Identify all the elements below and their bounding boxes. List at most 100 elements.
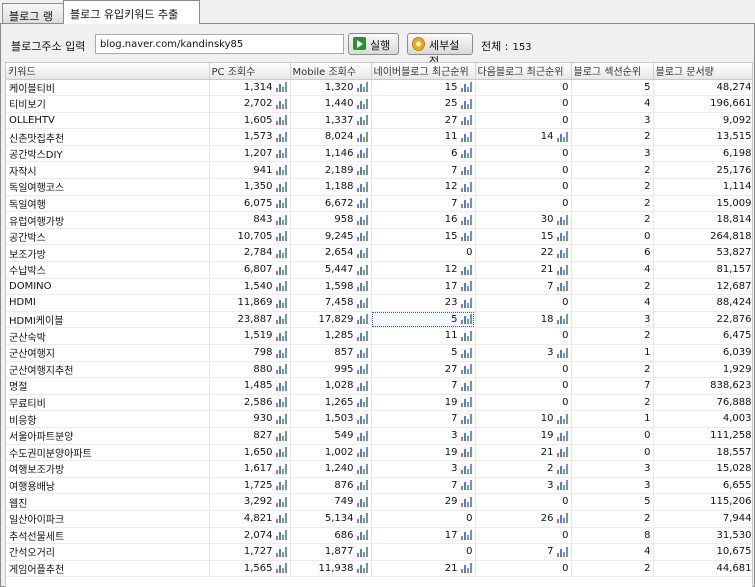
cell-pc-views[interactable]: 23,887	[209, 311, 291, 329]
table-row[interactable]: 자작시 941 2,189 7 0 2 25,176	[6, 161, 752, 180]
cell-daum-rank[interactable]: 15	[475, 228, 572, 246]
cell-section-rank[interactable]: 0	[571, 444, 654, 462]
bar-chart-icon[interactable]	[275, 165, 288, 176]
cell-pc-views[interactable]: 1,519	[209, 327, 291, 345]
cell-daum-rank[interactable]: 22	[475, 244, 572, 263]
bar-chart-icon[interactable]	[356, 115, 369, 126]
bar-chart-icon[interactable]	[275, 297, 288, 308]
cell-pc-views[interactable]: 1,573	[209, 128, 291, 146]
cell-keyword[interactable]: OLLEHTV	[6, 112, 210, 130]
bar-chart-icon[interactable]	[556, 546, 569, 557]
cell-doc-count[interactable]: 4,003	[653, 410, 752, 428]
cell-naver-rank[interactable]: 0	[371, 543, 476, 561]
bar-chart-icon[interactable]	[356, 297, 369, 308]
bar-chart-icon[interactable]	[275, 264, 288, 275]
cell-doc-count[interactable]: 18,814	[653, 211, 752, 229]
cell-daum-rank[interactable]: 18	[475, 311, 572, 329]
table-row[interactable]: 독일여행 6,075 6,672 7 0 2 15,009	[6, 195, 752, 213]
cell-pc-views[interactable]: 1,314	[209, 79, 291, 97]
bar-chart-icon[interactable]	[356, 513, 369, 524]
cell-mobile-views[interactable]: 1,028	[290, 377, 372, 395]
bar-chart-icon[interactable]	[356, 463, 369, 474]
cell-keyword[interactable]: 공간박스	[6, 228, 210, 246]
cell-daum-rank[interactable]: 0	[475, 327, 572, 345]
cell-daum-rank[interactable]: 0	[475, 394, 572, 412]
bar-chart-icon[interactable]	[460, 131, 473, 142]
table-row[interactable]: 명절 1,485 1,028 7 0 7 838,623	[6, 377, 752, 395]
bar-chart-icon[interactable]	[356, 430, 369, 441]
bar-chart-icon[interactable]	[356, 82, 369, 93]
cell-keyword[interactable]: 독일여행코스	[6, 178, 210, 196]
cell-mobile-views[interactable]: 11,938	[290, 560, 372, 578]
cell-mobile-views[interactable]: 1,146	[290, 145, 372, 163]
cell-keyword[interactable]: 여행보조가방	[6, 460, 210, 478]
bar-chart-icon[interactable]	[275, 148, 288, 159]
bar-chart-icon[interactable]	[460, 530, 473, 541]
bar-chart-icon[interactable]	[460, 447, 473, 458]
tab-inflow-keyword-extract[interactable]: 블로그 유입키워드 추출	[63, 0, 200, 24]
cell-daum-rank[interactable]: 10	[475, 410, 572, 428]
cell-mobile-views[interactable]: 1,188	[290, 178, 372, 196]
cell-naver-rank[interactable]: 15	[371, 228, 476, 246]
cell-doc-count[interactable]: 115,206	[653, 493, 752, 511]
cell-keyword[interactable]: 웹진	[6, 493, 210, 511]
bar-chart-icon[interactable]	[356, 496, 369, 507]
cell-pc-views[interactable]: 1,565	[209, 560, 291, 578]
cell-keyword[interactable]: 수납박스	[6, 261, 210, 279]
table-row[interactable]: 간석오거리 1,727 1,877 0 7 4 10,675	[6, 543, 752, 561]
cell-section-rank[interactable]: 2	[571, 361, 654, 379]
table-row[interactable]: 보조가방 2,784 2,654 0 22 6 53,827	[6, 244, 752, 263]
bar-chart-icon[interactable]	[275, 330, 288, 341]
cell-naver-rank[interactable]: 17	[371, 278, 476, 296]
cell-daum-rank[interactable]: 0	[475, 377, 572, 395]
bar-chart-icon[interactable]	[275, 530, 288, 541]
cell-mobile-views[interactable]: 686	[290, 527, 372, 545]
cell-naver-rank[interactable]: 3	[371, 427, 476, 445]
bar-chart-icon[interactable]	[556, 314, 569, 325]
cell-doc-count[interactable]: 76,888	[653, 394, 752, 412]
tab-blog-ranking[interactable]: 블로그 랭킹	[2, 3, 64, 39]
bar-chart-icon[interactable]	[275, 281, 288, 292]
bar-chart-icon[interactable]	[275, 480, 288, 491]
bar-chart-icon[interactable]	[356, 563, 369, 574]
cell-section-rank[interactable]: 5	[571, 493, 654, 511]
cell-daum-rank[interactable]: 21	[475, 444, 572, 462]
cell-doc-count[interactable]: 6,039	[653, 344, 752, 362]
cell-doc-count[interactable]: 1,114	[653, 178, 752, 196]
cell-mobile-views[interactable]: 1,440	[290, 95, 372, 113]
bar-chart-icon[interactable]	[356, 98, 369, 109]
cell-mobile-views[interactable]: 6,672	[290, 195, 372, 213]
bar-chart-icon[interactable]	[275, 413, 288, 424]
cell-daum-rank[interactable]: 3	[475, 477, 572, 495]
cell-mobile-views[interactable]: 7,458	[290, 294, 372, 312]
cell-daum-rank[interactable]: 0	[475, 361, 572, 379]
bar-chart-icon[interactable]	[460, 82, 473, 93]
cell-mobile-views[interactable]: 958	[290, 211, 372, 229]
cell-naver-rank[interactable]: 0	[371, 510, 476, 528]
cell-doc-count[interactable]: 6,198	[653, 145, 752, 163]
cell-daum-rank[interactable]: 0	[475, 527, 572, 545]
table-row[interactable]: 추석선물세트 2,074 686 17 0 8 31,530	[6, 527, 752, 545]
cell-pc-views[interactable]: 6,075	[209, 195, 291, 213]
column-header-section-rank[interactable]: 블로그 섹션순위	[571, 63, 654, 80]
cell-daum-rank[interactable]: 0	[475, 95, 572, 113]
cell-keyword[interactable]: 추석선물세트	[6, 527, 210, 545]
bar-chart-icon[interactable]	[356, 198, 369, 209]
cell-naver-rank[interactable]: 21	[371, 560, 476, 578]
cell-daum-rank[interactable]: 30	[475, 211, 572, 229]
bar-chart-icon[interactable]	[556, 247, 569, 258]
cell-pc-views[interactable]: 4,821	[209, 510, 291, 528]
cell-daum-rank[interactable]: 26	[475, 510, 572, 528]
cell-mobile-views[interactable]: 1,337	[290, 112, 372, 130]
cell-naver-rank[interactable]: 15	[371, 79, 476, 97]
cell-doc-count[interactable]: 10,675	[653, 543, 752, 561]
cell-naver-rank[interactable]: 17	[371, 527, 476, 545]
cell-section-rank[interactable]: 3	[571, 311, 654, 329]
cell-keyword[interactable]: 무료티비	[6, 394, 210, 412]
cell-naver-rank[interactable]: 7	[371, 377, 476, 395]
bar-chart-icon[interactable]	[356, 480, 369, 491]
table-row[interactable]: HDMI 11,869 7,458 23 0 4 88,424	[6, 294, 752, 312]
bar-chart-icon[interactable]	[356, 314, 369, 325]
cell-naver-rank[interactable]: 19	[371, 394, 476, 412]
table-row[interactable]: 여행용배낭 1,725 876 7 3 3 6,655	[6, 477, 752, 495]
